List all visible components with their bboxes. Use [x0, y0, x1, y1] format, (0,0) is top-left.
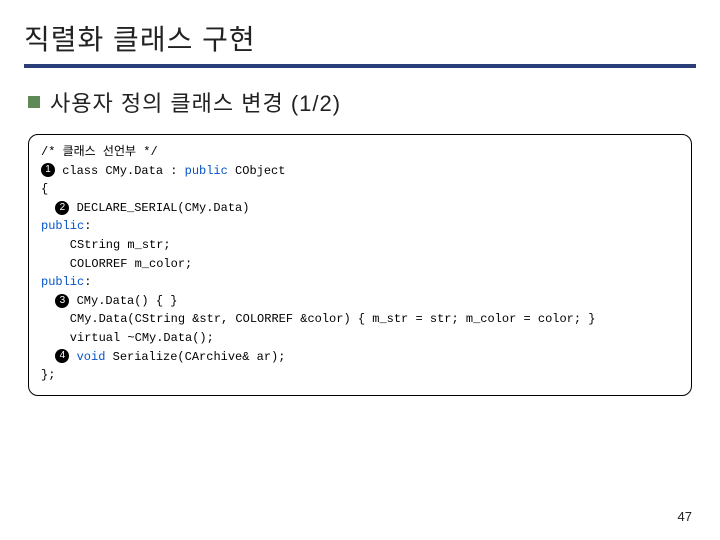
subheading-text: 사용자 정의 클래스 변경 (1/2) — [50, 86, 341, 118]
code-text: CMy.Data(CString &str, COLORREF &color) … — [41, 312, 596, 326]
code-text: }; — [41, 368, 55, 382]
square-bullet-icon — [28, 96, 40, 108]
code-keyword: public — [185, 164, 228, 178]
code-keyword: void — [77, 350, 106, 364]
code-text: CMy.Data() { } — [69, 294, 177, 308]
code-text: : — [84, 219, 91, 233]
code-text: CString m_str; — [41, 238, 171, 252]
code-text: class CMy.Data : — [55, 164, 185, 178]
code-text — [69, 350, 76, 364]
code-text: Serialize(CArchive& ar); — [105, 350, 285, 364]
code-keyword: public — [41, 219, 84, 233]
code-text: CObject — [228, 164, 286, 178]
code-text: { — [41, 182, 48, 196]
page-number: 47 — [678, 509, 692, 524]
code-text: virtual ~CMy.Data(); — [41, 331, 214, 345]
code-text: : — [84, 275, 91, 289]
circled-2-icon: 2 — [55, 201, 69, 215]
code-text: DECLARE_SERIAL(CMy.Data) — [69, 201, 249, 215]
slide: 직렬화 클래스 구현 사용자 정의 클래스 변경 (1/2) /* 클래스 선언… — [0, 0, 720, 540]
page-title: 직렬화 클래스 구현 — [24, 18, 696, 58]
circled-4-icon: 4 — [55, 349, 69, 363]
code-keyword: public — [41, 275, 84, 289]
title-underline — [24, 64, 696, 68]
code-text: COLORREF m_color; — [41, 257, 192, 271]
subheading-row: 사용자 정의 클래스 변경 (1/2) — [28, 86, 696, 118]
code-block: /* 클래스 선언부 */ 1 class CMy.Data : public … — [28, 134, 692, 396]
code-comment: /* 클래스 선언부 */ — [41, 145, 158, 159]
circled-1-icon: 1 — [41, 163, 55, 177]
circled-3-icon: 3 — [55, 294, 69, 308]
